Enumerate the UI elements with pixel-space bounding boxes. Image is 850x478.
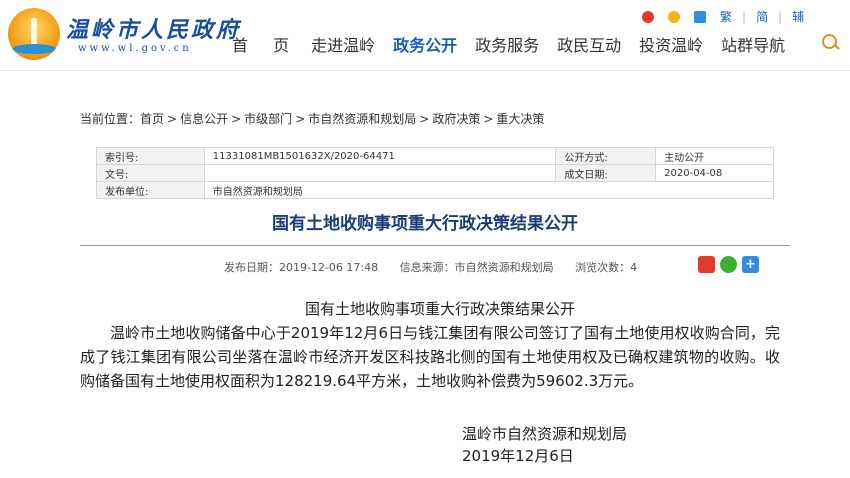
- written-date-value: 2020-04-08: [655, 164, 774, 182]
- site-url: www.wl.gov.cn: [78, 43, 192, 54]
- breadcrumb: 当前位置：首页 > 信息公开 > 市级部门 > 市自然资源和规划局 > 政府决策 > 重大决策: [80, 110, 544, 127]
- nav-services[interactable]: 政务服务: [475, 32, 539, 56]
- document-meta-table: 索引号: 11331081MB1501632X/2020-64471 公开方式:…: [96, 147, 775, 199]
- top-tools: 繁 | 简 | 辅: [642, 8, 814, 25]
- logo-wave: [12, 44, 56, 54]
- share-weibo-icon[interactable]: [698, 256, 715, 273]
- breadcrumb-home[interactable]: 首页: [140, 112, 164, 126]
- signature-date: 2019年12月6日: [462, 447, 574, 465]
- nav-site-group[interactable]: 站群导航: [721, 32, 785, 56]
- breadcrumb-sep: >: [419, 112, 430, 126]
- share-bar: +: [698, 256, 764, 273]
- title-divider: [80, 245, 790, 246]
- article-body: 国有土地收购事项重大行政决策结果公开 温岭市土地收购储备中心于2019年12月6…: [80, 297, 780, 393]
- tools-separator: |: [778, 9, 783, 24]
- doc-number-value: [203, 164, 557, 182]
- content-paragraph: 温岭市土地收购储备中心于2019年12月6日与钱江集团有限公司签订了国有土地使用…: [80, 324, 780, 390]
- article-info: 发布日期：2019-12-06 17:48 信息来源：市自然资源和规划局 浏览次…: [224, 259, 655, 275]
- article-signature: 温岭市自然资源和规划局 2019年12月6日: [462, 423, 627, 467]
- signature-org: 温岭市自然资源和规划局: [462, 425, 628, 443]
- share-wechat-icon[interactable]: [720, 256, 737, 273]
- tools-separator: |: [742, 9, 747, 24]
- view-count: 浏览次数：4: [575, 261, 638, 274]
- breadcrumb-major-decisions[interactable]: 重大决策: [496, 112, 544, 126]
- breadcrumb-government-decisions[interactable]: 政府决策: [432, 112, 480, 126]
- doc-number-label: 文号:: [96, 164, 205, 182]
- index-label: 索引号:: [96, 147, 205, 165]
- traditional-chinese-link[interactable]: 繁: [720, 8, 732, 25]
- nav-interaction[interactable]: 政民互动: [557, 32, 621, 56]
- breadcrumb-sep: >: [295, 112, 306, 126]
- site-header: 温岭市人民政府 www.wl.gov.cn 繁 | 简 | 辅 首 页 走进温岭…: [0, 0, 850, 71]
- publisher-label: 发布单位:: [96, 181, 205, 199]
- content-title: 国有土地收购事项重大行政决策结果公开: [304, 300, 575, 318]
- nav-home[interactable]: 首 页: [232, 32, 299, 56]
- nav-government-affairs[interactable]: 政务公开: [393, 32, 457, 56]
- info-source: 信息来源：市自然资源和规划局: [399, 261, 554, 274]
- weibo-icon[interactable]: [642, 10, 654, 23]
- table-row: 文号: 成文日期: 2020-04-08: [96, 164, 774, 182]
- site-logo[interactable]: [8, 8, 60, 60]
- disclosure-method-value: 主动公开: [655, 147, 774, 165]
- breadcrumb-natural-resources-bureau[interactable]: 市自然资源和规划局: [308, 112, 416, 126]
- article-title: 国有土地收购事项重大行政决策结果公开: [272, 214, 578, 234]
- breadcrumb-info-disclosure[interactable]: 信息公开: [180, 112, 228, 126]
- search-icon[interactable]: [822, 34, 837, 49]
- written-date-label: 成文日期:: [555, 164, 657, 182]
- simplified-chinese-link[interactable]: 简: [756, 8, 768, 25]
- nav-investment[interactable]: 投资温岭: [639, 32, 703, 56]
- wechat-icon[interactable]: [694, 10, 706, 23]
- table-row: 索引号: 11331081MB1501632X/2020-64471 公开方式:…: [96, 147, 774, 165]
- mobile-app-icon[interactable]: [668, 10, 680, 23]
- breadcrumb-prefix: 当前位置：: [80, 112, 141, 126]
- breadcrumb-sep: >: [231, 112, 242, 126]
- publisher-value: 市自然资源和规划局: [203, 181, 775, 199]
- site-name[interactable]: 温岭市人民政府: [66, 12, 241, 44]
- nav-about-wenling[interactable]: 走进温岭: [311, 32, 375, 56]
- share-more-icon[interactable]: +: [742, 256, 759, 273]
- publish-time: 发布日期：2019-12-06 17:48: [224, 261, 379, 274]
- disclosure-method-label: 公开方式:: [555, 147, 657, 165]
- accessibility-link[interactable]: 辅: [792, 8, 804, 25]
- main-nav: 首 页 走进温岭 政务公开 政务服务 政民互动 投资温岭 站群导航: [232, 32, 803, 56]
- breadcrumb-city-departments[interactable]: 市级部门: [244, 112, 292, 126]
- breadcrumb-sep: >: [167, 112, 178, 126]
- index-value: 11331081MB1501632X/2020-64471: [203, 147, 557, 165]
- table-row: 发布单位: 市自然资源和规划局: [96, 181, 775, 199]
- breadcrumb-sep: >: [483, 112, 494, 126]
